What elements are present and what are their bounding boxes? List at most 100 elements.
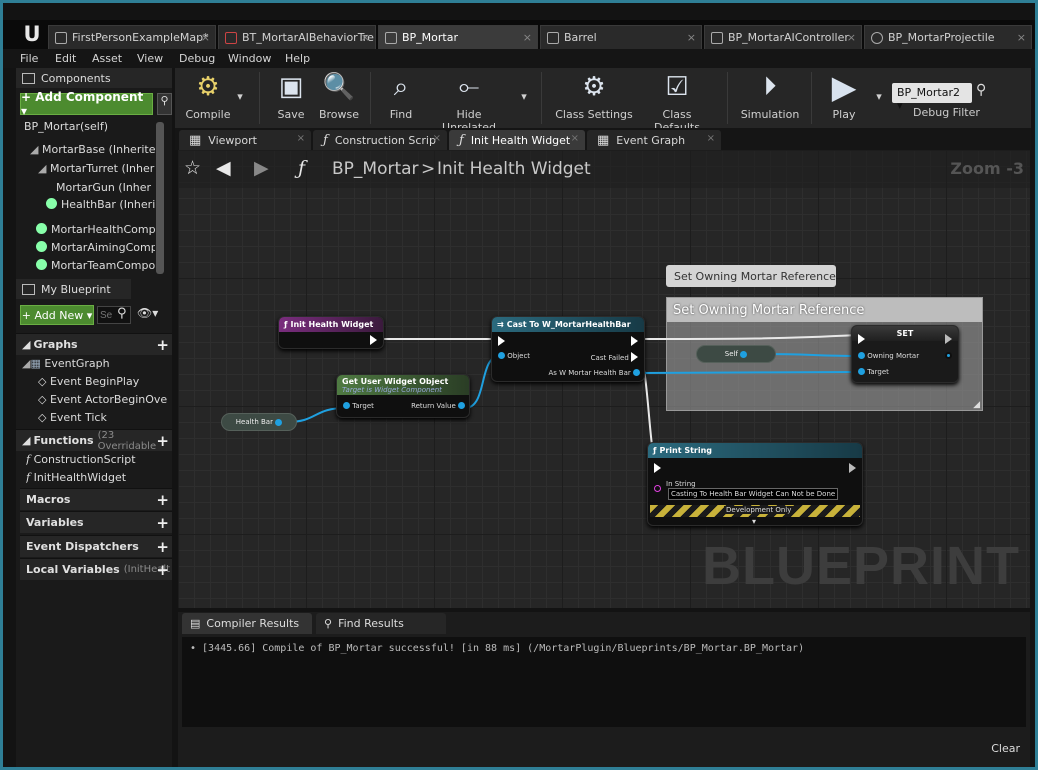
node-get-user-widget-object[interactable]: Get User Widget Object Target is Widget C… bbox=[336, 374, 470, 418]
menu-edit[interactable]: Edit bbox=[55, 52, 76, 65]
cast-failed-pin[interactable]: Cast Failed bbox=[591, 352, 638, 362]
comment-title[interactable]: Set Owning Mortar Reference bbox=[667, 298, 982, 322]
self-out-pin[interactable] bbox=[740, 350, 748, 358]
node-cast-to-healthbar[interactable]: ⇉ Cast To W_MortarHealthBar Object Cast F… bbox=[491, 316, 645, 382]
exec-out-pin[interactable] bbox=[849, 463, 856, 473]
find-button[interactable]: ⌕ Find bbox=[381, 70, 421, 126]
close-icon[interactable]: × bbox=[571, 133, 579, 144]
close-icon[interactable]: × bbox=[847, 31, 856, 44]
hide-unrelated-button[interactable]: ⟜Hide Unrelated bbox=[429, 70, 509, 135]
variables-section[interactable]: Variables + bbox=[20, 511, 172, 533]
in-string-value[interactable]: Casting To Health Bar Widget Can Not be … bbox=[668, 488, 839, 500]
blueprint-graph-canvas[interactable]: ☆ ◀ ▶ ƒ BP_Mortar > Init Health Widget Z… bbox=[178, 150, 1030, 608]
tab-find-results[interactable]: ⚲ Find Results bbox=[316, 613, 446, 634]
add-new-button[interactable]: + Add New ▾ bbox=[20, 305, 94, 325]
play-options-dropdown[interactable]: ▾ bbox=[873, 70, 885, 126]
tree-item-mortarturret[interactable]: ◢ MortarTurret (Inher bbox=[38, 162, 155, 175]
exec-in-pin[interactable] bbox=[858, 334, 865, 344]
doc-tab-behavior-tree[interactable]: BT_MortarAIBehaviorTre × bbox=[218, 25, 376, 49]
add-graph-icon[interactable]: + bbox=[156, 336, 169, 354]
close-icon[interactable]: × bbox=[361, 31, 370, 44]
back-arrow-icon[interactable]: ◀ bbox=[216, 157, 231, 179]
exec-out-pin[interactable] bbox=[945, 334, 952, 344]
tree-item-health-component[interactable]: MortarHealthCompor bbox=[36, 223, 155, 236]
close-icon[interactable]: × bbox=[687, 31, 696, 44]
object-pin[interactable]: Object bbox=[498, 352, 530, 360]
add-function-icon[interactable]: + bbox=[156, 432, 169, 450]
hide-unrelated-dropdown[interactable]: ▾ bbox=[517, 70, 531, 126]
tab-construction-script[interactable]: ƒ Construction Scrip × bbox=[313, 130, 447, 150]
doc-tab-map[interactable]: FirstPersonExampleMap* × bbox=[48, 25, 216, 49]
search-icon[interactable]: ⚲ bbox=[117, 306, 127, 321]
owning-mortar-out-pin[interactable] bbox=[945, 352, 952, 360]
event-graph-item[interactable]: ◢▦ EventGraph bbox=[22, 357, 110, 370]
tree-item-mortargun[interactable]: MortarGun (Inher bbox=[56, 181, 155, 194]
save-button[interactable]: ▣ Save bbox=[271, 70, 311, 126]
browse-button[interactable]: 🔍 Browse bbox=[317, 70, 361, 126]
doc-tab-ai-controller[interactable]: BP_MortarAIController × bbox=[704, 25, 862, 49]
node-set-owning-mortar[interactable]: SET Owning Mortar Target bbox=[851, 325, 959, 383]
function-constructionscript-item[interactable]: ƒ ConstructionScript bbox=[26, 453, 136, 466]
tab-init-health-widget[interactable]: ƒ Init Health Widget × bbox=[449, 130, 585, 150]
target-pin[interactable]: Target bbox=[343, 402, 374, 410]
unreal-logo-icon[interactable]: U bbox=[17, 20, 47, 48]
set-target-pin[interactable]: Target bbox=[858, 368, 889, 376]
as-healthbar-pin[interactable]: As W Mortar Health Bar bbox=[548, 369, 640, 377]
breadcrumb-root[interactable]: BP_Mortar bbox=[332, 159, 419, 179]
close-icon[interactable]: × bbox=[201, 31, 210, 44]
comment-bubble[interactable]: Set Owning Mortar Reference bbox=[666, 265, 836, 287]
debug-search-icon[interactable]: ⚲ bbox=[976, 82, 986, 98]
add-variable-icon[interactable]: + bbox=[156, 514, 169, 532]
graphs-section[interactable]: ◢ Graphs + bbox=[16, 333, 172, 355]
tree-item-healthbar[interactable]: HealthBar (Inherite bbox=[46, 198, 155, 211]
node-print-string[interactable]: ƒ Print String In String Casting To Healt… bbox=[647, 442, 863, 526]
play-button[interactable]: ▶ Play bbox=[821, 68, 867, 126]
debug-object-select[interactable]: BP_Mortar2 ▾ bbox=[892, 83, 972, 112]
close-icon[interactable]: × bbox=[523, 31, 532, 44]
tree-root-self[interactable]: BP_Mortar(self) bbox=[24, 120, 108, 133]
health-bar-out-pin[interactable] bbox=[275, 418, 283, 426]
components-scrollbar[interactable] bbox=[156, 122, 164, 274]
menu-help[interactable]: Help bbox=[285, 52, 310, 65]
close-icon[interactable]: × bbox=[707, 133, 715, 144]
event-tick-item[interactable]: ◇ Event Tick bbox=[38, 411, 107, 424]
owning-mortar-pin[interactable]: Owning Mortar bbox=[858, 352, 919, 360]
menu-window[interactable]: Window bbox=[228, 52, 271, 65]
menu-debug[interactable]: Debug bbox=[179, 52, 215, 65]
close-icon[interactable]: × bbox=[1017, 31, 1026, 44]
eye-visibility-icon[interactable]: 👁▾ bbox=[137, 306, 158, 320]
class-settings-button[interactable]: ⚙ Class Settings bbox=[555, 70, 633, 126]
tree-item-mortarbase[interactable]: ◢ MortarBase (Inherite bbox=[30, 143, 155, 156]
macros-section[interactable]: Macros + bbox=[20, 488, 172, 510]
exec-in-pin[interactable] bbox=[498, 336, 505, 346]
resize-handle-icon[interactable]: ◢ bbox=[973, 400, 980, 410]
menu-file[interactable]: File bbox=[20, 52, 38, 65]
node-health-bar-getter[interactable]: Health Bar bbox=[221, 413, 297, 431]
event-dispatchers-section[interactable]: Event Dispatchers + bbox=[20, 535, 172, 557]
return-value-pin[interactable]: Return Value bbox=[411, 402, 465, 410]
clear-button[interactable]: Clear bbox=[991, 742, 1020, 755]
add-local-variable-icon[interactable]: + bbox=[156, 561, 169, 579]
forward-arrow-icon[interactable]: ▶ bbox=[254, 157, 269, 179]
exec-in-pin[interactable] bbox=[654, 463, 661, 473]
tree-item-aiming-component[interactable]: MortarAimingCompo bbox=[36, 241, 155, 254]
simulation-button[interactable]: ⏵ Simulation bbox=[738, 70, 802, 126]
exec-out-pin[interactable] bbox=[631, 336, 638, 346]
component-search-icon[interactable]: ⚲ bbox=[157, 93, 172, 115]
class-defaults-button[interactable]: ☑Class Defaults bbox=[638, 70, 716, 134]
functions-section[interactable]: ◢ Functions (23 Overridable + bbox=[16, 429, 172, 452]
close-icon[interactable]: × bbox=[297, 133, 305, 144]
menu-asset[interactable]: Asset bbox=[92, 52, 122, 65]
node-function-entry[interactable]: ƒ Init Health Widget bbox=[278, 316, 384, 349]
local-variables-section[interactable]: Local Variables (InitHealt + bbox=[20, 558, 172, 580]
tab-viewport[interactable]: ▦ Viewport × bbox=[179, 130, 311, 150]
menu-view[interactable]: View bbox=[137, 52, 163, 65]
doc-tab-barrel[interactable]: Barrel × bbox=[540, 25, 702, 49]
in-string-pin[interactable] bbox=[654, 485, 661, 493]
event-actorbeginoverlap-item[interactable]: ◇ Event ActorBeginOve bbox=[38, 393, 170, 406]
close-icon[interactable]: × bbox=[433, 133, 441, 144]
add-dispatcher-icon[interactable]: + bbox=[156, 538, 169, 556]
add-macro-icon[interactable]: + bbox=[156, 491, 169, 509]
add-component-button[interactable]: + Add Component ▾ bbox=[20, 90, 153, 118]
expand-arrow-icon[interactable]: ▾ bbox=[752, 517, 756, 526]
